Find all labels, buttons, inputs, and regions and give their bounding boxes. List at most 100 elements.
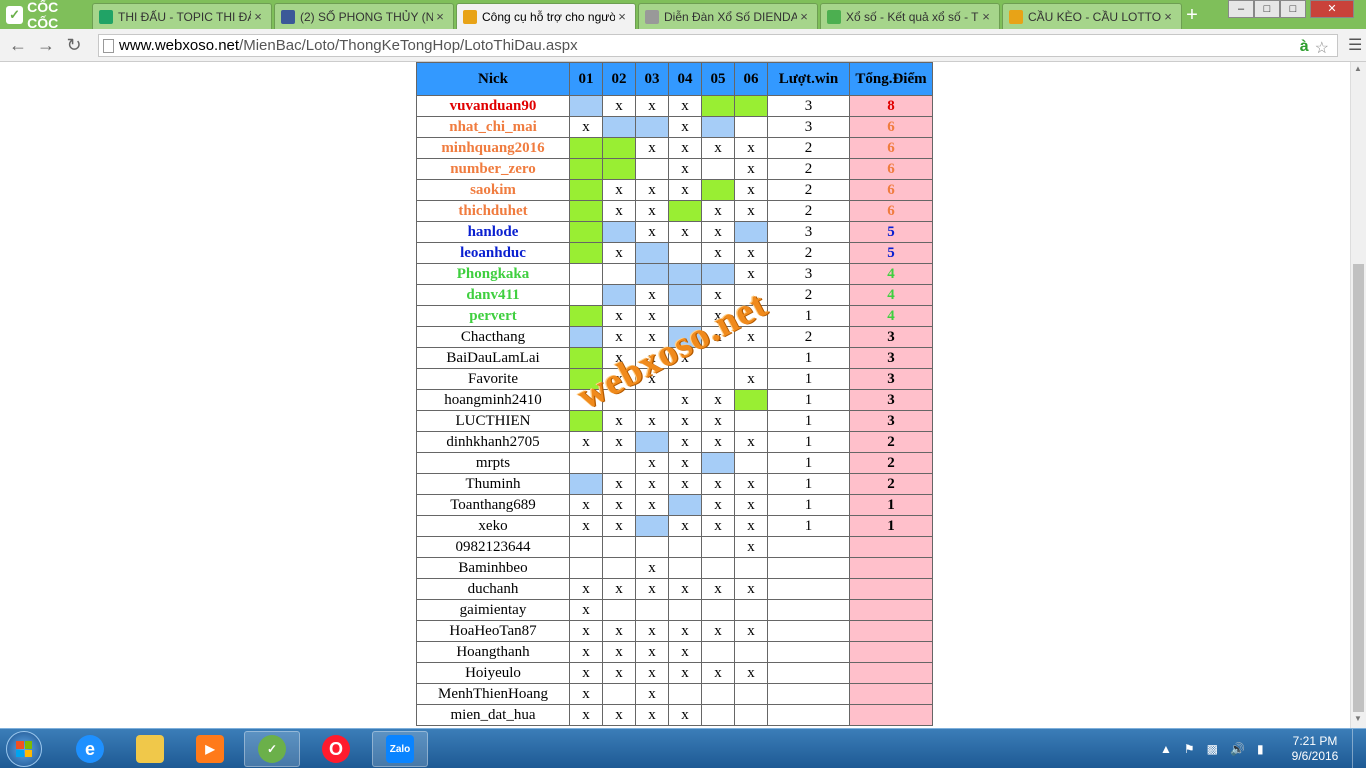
network-signal-icon[interactable]: ▩ [1207, 742, 1218, 756]
day-cell: x [602, 347, 636, 369]
file-explorer-taskbar-button[interactable] [122, 731, 178, 767]
column-header[interactable]: Lượt.win [767, 62, 850, 96]
nick-cell: Chacthang [416, 326, 570, 348]
day-cell [701, 557, 735, 579]
browser-tab[interactable]: CẦU KÈO - CẦU LOTTO - × [1002, 3, 1182, 29]
scroll-down-icon[interactable]: ▼ [1354, 714, 1362, 723]
action-center-flag-icon[interactable]: ⚑ [1184, 742, 1195, 756]
start-button[interactable] [6, 731, 42, 767]
media-player-taskbar-button[interactable]: ▶ [182, 731, 238, 767]
vertical-scrollbar[interactable]: ▲ ▼ [1350, 62, 1366, 728]
total-points-cell [849, 683, 933, 705]
column-header[interactable]: 06 [734, 62, 768, 96]
browser-menu-icon[interactable]: ☰ [1348, 35, 1362, 54]
day-cell [569, 221, 603, 243]
windows-taskbar: e ▶ ✓ O Zalo ▲ ⚑ ▩ 🔊 ▮ 7:21 PM 9/6/2016 [0, 728, 1366, 769]
column-header[interactable]: Nick [416, 62, 570, 96]
system-clock[interactable]: 7:21 PM 9/6/2016 [1286, 734, 1344, 764]
day-cell: x [569, 599, 603, 621]
table-row: Hoiyeulo x x x x x x [416, 662, 933, 684]
menu-toggle-button[interactable]: □ [1254, 0, 1280, 18]
day-cell: x [569, 704, 603, 726]
column-header[interactable]: 03 [635, 62, 669, 96]
column-header[interactable]: 01 [569, 62, 603, 96]
facebook-icon [281, 9, 295, 24]
browser-tab[interactable]: Xổ số - Kết quả xổ số - T × [820, 3, 1000, 29]
column-header[interactable]: Tổng.Điểm [849, 62, 933, 96]
browser-tab[interactable]: (2) SỐ PHONG THỦY (Nc × [274, 3, 454, 29]
zalo-taskbar-button[interactable]: Zalo [372, 731, 428, 767]
day-cell: x [635, 137, 669, 159]
close-window-button[interactable]: ✕ [1310, 0, 1354, 18]
column-header[interactable]: 04 [668, 62, 702, 96]
day-cell [569, 347, 603, 369]
day-cell: x [701, 431, 735, 453]
show-hidden-icons-icon[interactable]: ▲ [1160, 742, 1172, 756]
day-cell [569, 242, 603, 264]
day-cell: x [701, 200, 735, 222]
tab-close-icon[interactable]: × [1161, 9, 1175, 24]
day-cell: x [635, 221, 669, 243]
table-row: Hoangthanh x x x x [416, 641, 933, 663]
total-points-cell [849, 662, 933, 684]
day-cell: x [668, 578, 702, 600]
back-arrow-icon[interactable]: ← [8, 35, 28, 55]
tab-close-icon[interactable]: × [979, 9, 993, 24]
day-cell [701, 368, 735, 390]
day-cell: x [602, 326, 636, 348]
coccoc-logo[interactable]: ✓ CỐC CỐC [0, 0, 90, 31]
column-header[interactable]: 02 [602, 62, 636, 96]
tab-close-icon[interactable]: × [797, 9, 811, 24]
table-row: mien_dat_hua x x x x [416, 704, 933, 726]
coccoc-taskbar-button[interactable]: ✓ [244, 731, 300, 767]
internet-explorer-taskbar-button[interactable]: e [62, 731, 118, 767]
battery-icon[interactable]: ▮ [1257, 742, 1264, 756]
nick-cell: xeko [416, 515, 570, 537]
day-cell [635, 263, 669, 285]
forward-arrow-icon[interactable]: → [36, 35, 56, 55]
maximize-button[interactable]: □ [1280, 0, 1306, 18]
coccoc-translate-icon[interactable]: à [1300, 38, 1309, 58]
scrollbar-thumb[interactable] [1353, 264, 1364, 712]
day-cell: x [602, 200, 636, 222]
volume-icon[interactable]: 🔊 [1230, 742, 1245, 756]
scroll-up-icon[interactable]: ▲ [1354, 64, 1362, 73]
total-points-cell: 3 [849, 410, 933, 432]
day-cell: x [701, 326, 735, 348]
day-cell: x [569, 494, 603, 516]
day-cell: x [602, 95, 636, 117]
browser-tab[interactable]: THI ĐẤU - TOPIC THI ĐẤ × [92, 3, 272, 29]
day-cell: x [635, 368, 669, 390]
tab-close-icon[interactable]: × [251, 9, 265, 24]
browser-tab[interactable]: Diễn Đàn Xổ Số DIENDA × [638, 3, 818, 29]
browser-tab[interactable]: Công cụ hỗ trợ cho ngườ × [456, 3, 636, 29]
url-bar[interactable]: www.webxoso.net/MienBac/Loto/ThongKeTong… [98, 34, 1338, 57]
tab-close-icon[interactable]: × [615, 9, 629, 24]
nick-cell: danv411 [416, 284, 570, 306]
page-viewport: Nick 01 02 03 04 05 06 Lượt.win Tổng.Điểm vuvand… [0, 62, 1350, 728]
table-row: HoaHeoTan87 x x x x x x [416, 620, 933, 642]
day-cell: x [668, 452, 702, 474]
total-points-cell: 4 [849, 284, 933, 306]
wins-cell: 2 [767, 200, 850, 222]
show-desktop-button[interactable] [1352, 729, 1366, 769]
wins-cell [767, 536, 850, 558]
day-cell: x [701, 410, 735, 432]
day-cell [734, 683, 768, 705]
day-cell: x [668, 158, 702, 180]
day-cell [569, 263, 603, 285]
table-row: Toanthang689 x x x x x 1 1 [416, 494, 933, 516]
minimize-button[interactable]: – [1228, 0, 1254, 18]
day-cell: x [569, 683, 603, 705]
tab-close-icon[interactable]: × [433, 9, 447, 24]
bookmark-star-icon[interactable]: ☆ [1315, 38, 1329, 58]
column-header[interactable]: 05 [701, 62, 735, 96]
table-row: hanlode x x x 3 5 [416, 221, 933, 243]
reload-icon[interactable]: ↻ [64, 35, 84, 55]
wins-cell: 1 [767, 410, 850, 432]
day-cell [569, 284, 603, 306]
opera-taskbar-button[interactable]: O [308, 731, 364, 767]
new-tab-button[interactable]: + [1180, 4, 1204, 26]
day-cell: x [701, 494, 735, 516]
zalo-icon: Zalo [386, 735, 414, 763]
